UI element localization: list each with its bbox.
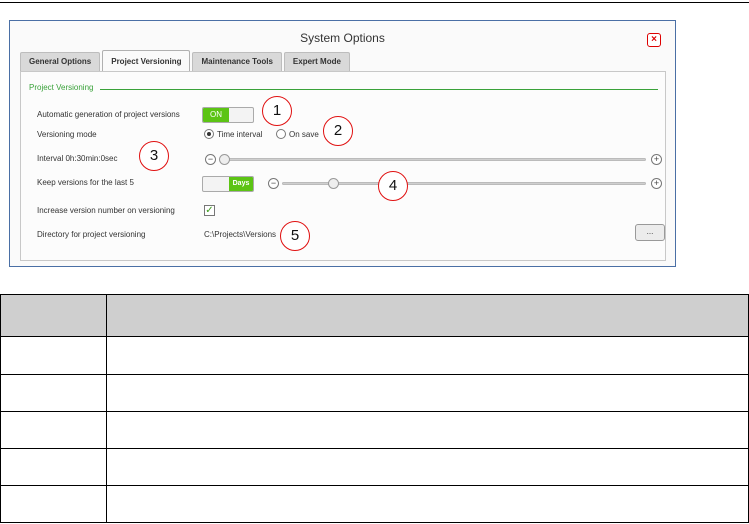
interval-label: Interval 0h:30min:0sec bbox=[37, 154, 118, 163]
table-row bbox=[0, 336, 749, 375]
table-cell bbox=[0, 448, 107, 486]
tab-general-options[interactable]: General Options bbox=[20, 52, 101, 71]
table-cell bbox=[0, 374, 107, 412]
table-row bbox=[0, 448, 749, 486]
table-header-row bbox=[0, 294, 749, 337]
table-cell bbox=[106, 411, 749, 449]
table-cell bbox=[0, 485, 107, 523]
interval-plus-icon[interactable]: + bbox=[651, 154, 662, 165]
table-header-cell bbox=[106, 294, 749, 337]
auto-gen-label: Automatic generation of project versions bbox=[37, 110, 180, 119]
interval-minus-icon[interactable]: − bbox=[205, 154, 216, 165]
increase-version-label: Increase version number on versioning bbox=[37, 206, 175, 215]
tab-maintenance-tools[interactable]: Maintenance Tools bbox=[192, 52, 282, 71]
tab-bar: General Options Project Versioning Maint… bbox=[20, 50, 352, 71]
table-row bbox=[0, 485, 749, 523]
radio-time-interval-label: Time interval bbox=[217, 130, 263, 139]
directory-value: C:\Projects\Versions bbox=[204, 230, 277, 239]
callout-4: 4 bbox=[378, 171, 408, 201]
window-title: System Options bbox=[300, 31, 385, 45]
browse-button[interactable]: ... bbox=[635, 224, 665, 241]
keep-plus-icon[interactable]: + bbox=[651, 178, 662, 189]
keep-slider-handle[interactable] bbox=[327, 178, 339, 189]
table-cell bbox=[0, 336, 107, 375]
keep-versions-label: Keep versions for the last 5 bbox=[37, 178, 134, 187]
table-cell bbox=[106, 336, 749, 375]
tab-expert-mode[interactable]: Expert Mode bbox=[283, 52, 350, 71]
close-icon[interactable]: × bbox=[647, 33, 661, 47]
directory-label: Directory for project versioning bbox=[37, 230, 146, 239]
callout-key-table bbox=[0, 294, 749, 523]
table-cell bbox=[0, 411, 107, 449]
keep-unit-toggle[interactable]: Days bbox=[202, 176, 254, 192]
keep-minus-icon[interactable]: − bbox=[268, 178, 279, 189]
callout-3: 3 bbox=[139, 141, 169, 171]
table-header-cell bbox=[0, 294, 107, 337]
radio-on-save[interactable] bbox=[276, 129, 286, 139]
top-rule bbox=[0, 2, 749, 3]
auto-gen-toggle[interactable]: ON bbox=[202, 107, 254, 123]
table-cell bbox=[106, 448, 749, 486]
callout-5: 5 bbox=[280, 221, 310, 251]
callout-2: 2 bbox=[323, 116, 353, 146]
radio-time-interval[interactable] bbox=[204, 129, 214, 139]
section-title: Project Versioning bbox=[29, 83, 94, 92]
versioning-mode-label: Versioning mode bbox=[37, 130, 97, 139]
increase-version-checkbox[interactable]: ✓ bbox=[204, 205, 215, 216]
interval-slider-track[interactable] bbox=[219, 158, 646, 161]
table-row bbox=[0, 411, 749, 449]
tab-project-versioning[interactable]: Project Versioning bbox=[102, 50, 191, 71]
table-row bbox=[0, 374, 749, 412]
table-cell bbox=[106, 485, 749, 523]
callout-1: 1 bbox=[262, 96, 292, 126]
toggle-days-label: Days bbox=[229, 177, 253, 191]
section-divider bbox=[100, 89, 658, 90]
interval-slider-handle[interactable] bbox=[219, 154, 230, 165]
radio-on-save-label: On save bbox=[289, 130, 319, 139]
toggle-on-label: ON bbox=[203, 108, 229, 122]
table-cell bbox=[106, 374, 749, 412]
project-versioning-panel: Project Versioning Automatic generation … bbox=[20, 71, 666, 261]
